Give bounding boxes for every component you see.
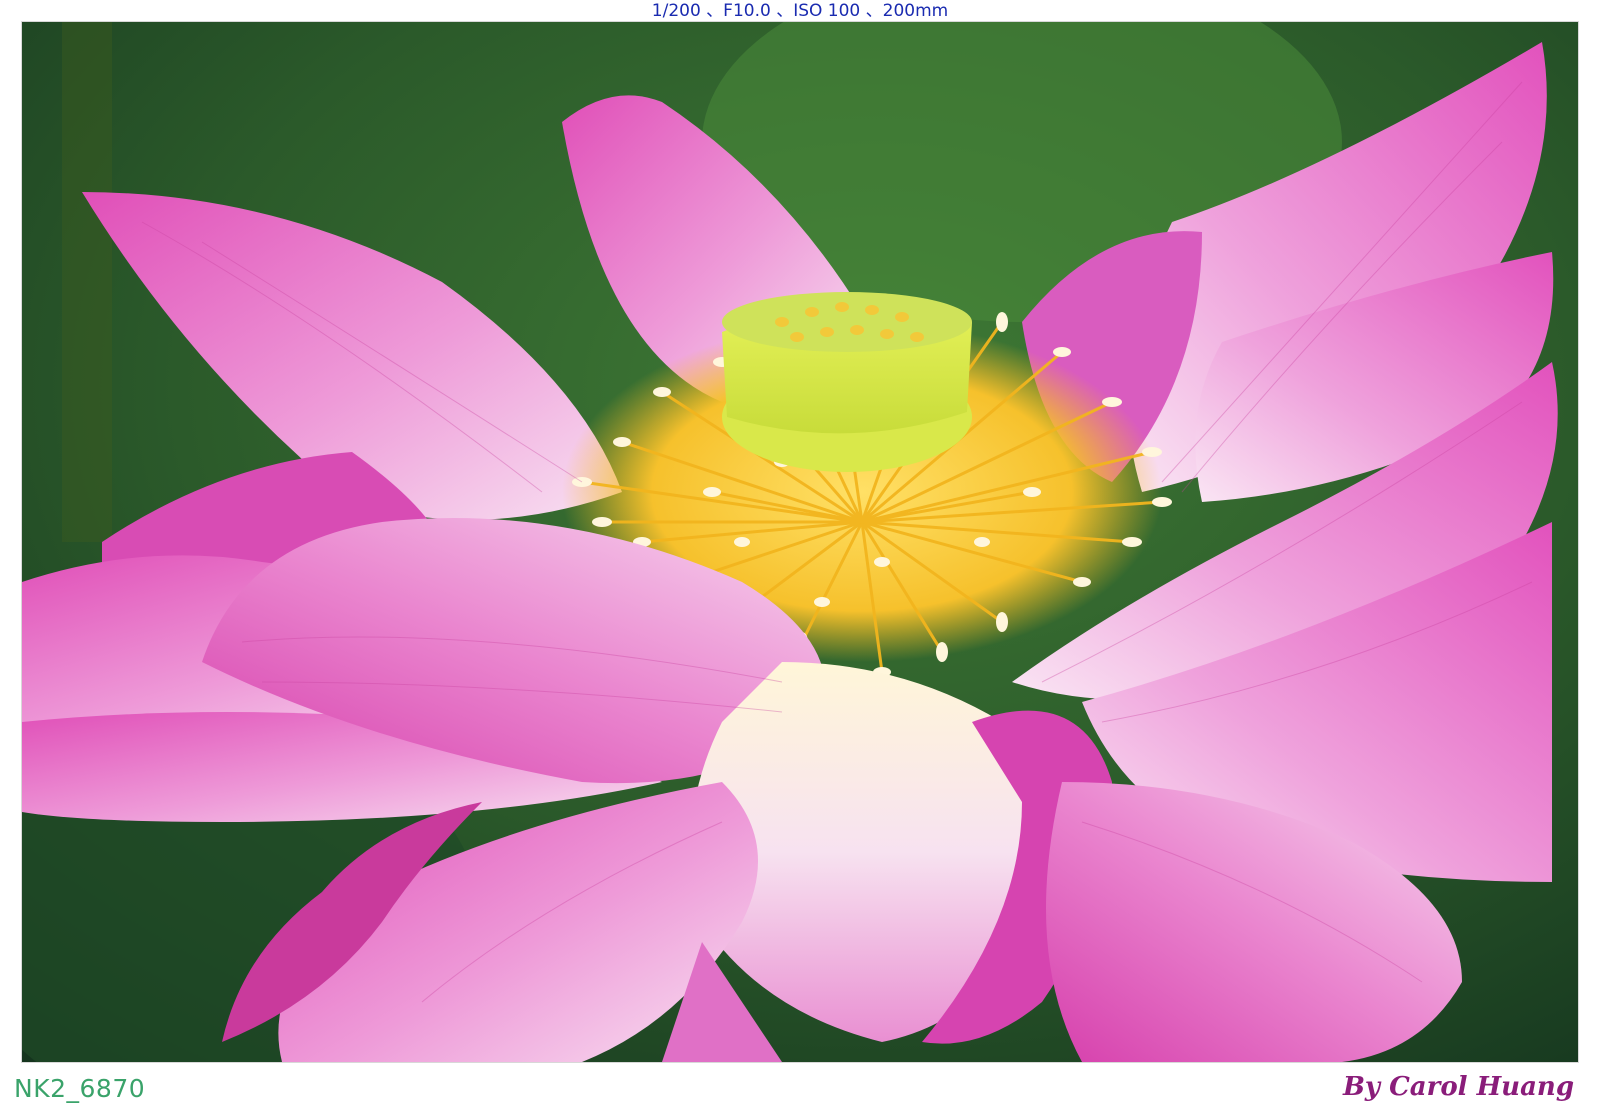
lotus-flower-image <box>22 22 1578 1062</box>
photo-frame: 1/200 、F10.0 、ISO 100 、200mm NK2_6870 By… <box>0 0 1600 1119</box>
photo-filename: NK2_6870 <box>14 1074 146 1103</box>
lotus-photo <box>22 22 1578 1062</box>
exif-info: 1/200 、F10.0 、ISO 100 、200mm <box>651 1 949 21</box>
photographer-credit: By Carol Huang <box>1342 1072 1574 1102</box>
